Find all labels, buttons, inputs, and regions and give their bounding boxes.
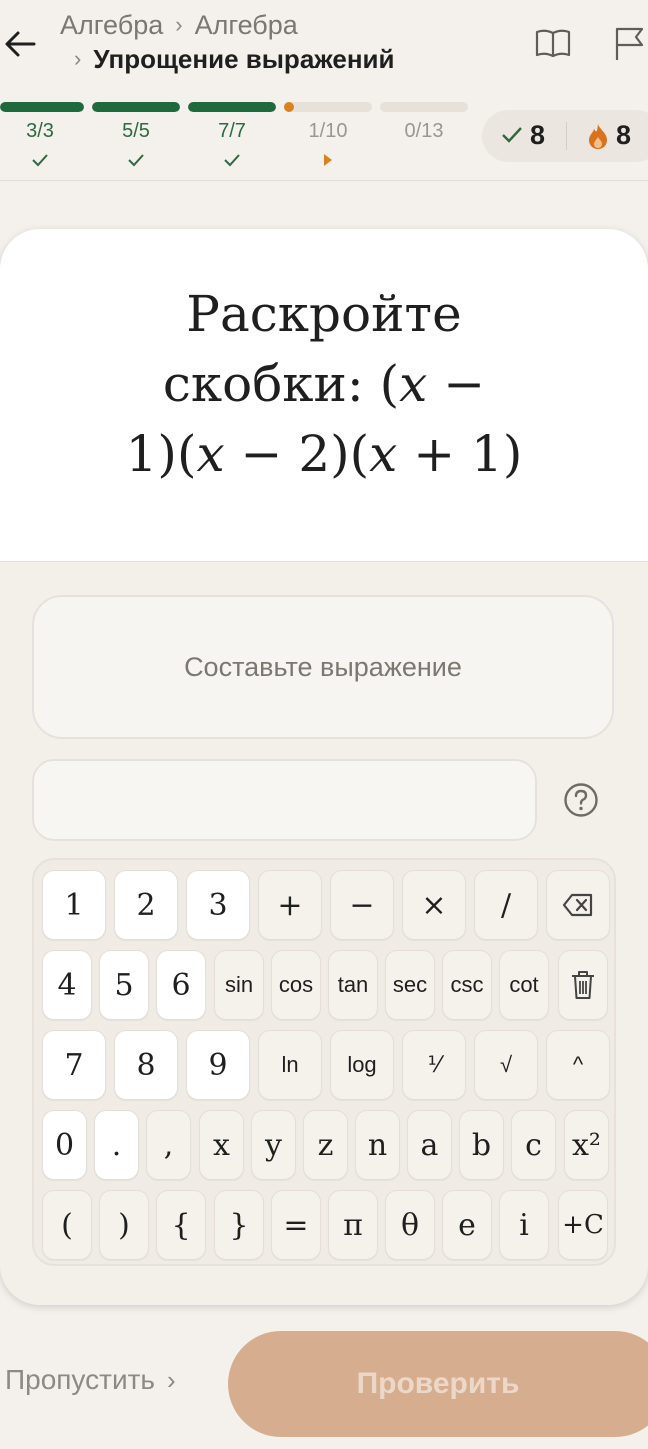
triangle-right-icon bbox=[324, 154, 332, 166]
key-multiply[interactable]: × bbox=[402, 870, 466, 940]
skip-button[interactable]: Пропустить › bbox=[5, 1364, 176, 1396]
progress-label: 7/7 bbox=[218, 120, 246, 142]
breadcrumb-item[interactable]: Алгебра bbox=[195, 8, 298, 42]
progress-label: 3/3 bbox=[26, 120, 54, 142]
flag-icon bbox=[615, 27, 644, 60]
key-cos[interactable]: cos bbox=[271, 950, 321, 1020]
help-button[interactable] bbox=[563, 782, 599, 818]
key-z[interactable]: z bbox=[303, 1110, 348, 1180]
key-pi[interactable]: π bbox=[328, 1190, 378, 1260]
trash-icon bbox=[572, 971, 594, 999]
key-5[interactable]: 5 bbox=[99, 950, 149, 1020]
progress-segment bbox=[92, 102, 180, 112]
key-8[interactable]: 8 bbox=[114, 1030, 178, 1100]
key-close-paren[interactable]: ) bbox=[99, 1190, 149, 1260]
key-x-squared[interactable]: x² bbox=[564, 1110, 609, 1180]
progress-segment bbox=[380, 102, 468, 112]
key-c[interactable]: c bbox=[511, 1110, 556, 1180]
key-csc[interactable]: csc bbox=[442, 950, 492, 1020]
key-log[interactable]: log bbox=[330, 1030, 394, 1100]
key-tan[interactable]: tan bbox=[328, 950, 378, 1020]
progress-segment bbox=[188, 102, 276, 112]
key-power[interactable]: ^ bbox=[546, 1030, 610, 1100]
progress-current-dot bbox=[284, 102, 294, 112]
question-line: Раскройте bbox=[186, 285, 462, 343]
streak-count: 8 bbox=[616, 120, 632, 150]
key-plus-c[interactable]: +C bbox=[558, 1190, 608, 1260]
key-theta[interactable]: θ bbox=[385, 1190, 435, 1260]
key-2[interactable]: 2 bbox=[114, 870, 178, 940]
chevron-right-icon: › bbox=[167, 1364, 176, 1395]
progress-label: 5/5 bbox=[122, 120, 150, 142]
math-keypad: 1 2 3 + − × / 4 5 6 sin cos tan sec csc … bbox=[32, 858, 616, 1266]
key-cot[interactable]: cot bbox=[499, 950, 549, 1020]
exercise-card: Раскройте скобки: (x − 1)(x − 2)(x + 1) … bbox=[0, 229, 648, 1305]
check-icon bbox=[128, 154, 144, 167]
key-4[interactable]: 4 bbox=[42, 950, 92, 1020]
breadcrumb: Алгебра › Алгебра › Упрощение выражений bbox=[60, 8, 395, 76]
key-close-brace[interactable]: } bbox=[214, 1190, 264, 1260]
skip-label: Пропустить bbox=[5, 1364, 155, 1395]
key-divide[interactable]: / bbox=[474, 870, 538, 940]
key-y[interactable]: y bbox=[251, 1110, 296, 1180]
key-x[interactable]: x bbox=[199, 1110, 244, 1180]
compose-expression-area[interactable]: Составьте выражение bbox=[32, 595, 614, 739]
key-plus[interactable]: + bbox=[258, 870, 322, 940]
key-6[interactable]: 6 bbox=[156, 950, 206, 1020]
stats-pill: 8 8 bbox=[482, 110, 648, 162]
book-button[interactable] bbox=[534, 24, 574, 64]
key-sin[interactable]: sin bbox=[214, 950, 264, 1020]
key-i[interactable]: i bbox=[499, 1190, 549, 1260]
page-title: Упрощение выражений bbox=[93, 44, 395, 74]
key-open-brace[interactable]: { bbox=[156, 1190, 206, 1260]
key-clear[interactable] bbox=[558, 950, 608, 1020]
progress-label: 1/10 bbox=[308, 120, 348, 142]
chevron-right-icon: › bbox=[74, 46, 82, 71]
check-icon bbox=[502, 127, 522, 143]
key-7[interactable]: 7 bbox=[42, 1030, 106, 1100]
fire-icon bbox=[589, 124, 607, 149]
key-open-paren[interactable]: ( bbox=[42, 1190, 92, 1260]
backspace-icon bbox=[562, 893, 593, 917]
progress-segment bbox=[284, 102, 372, 112]
key-sec[interactable]: sec bbox=[385, 950, 435, 1020]
key-9[interactable]: 9 bbox=[186, 1030, 250, 1100]
question-mark-icon bbox=[564, 783, 598, 817]
correct-count: 8 bbox=[530, 120, 546, 150]
key-e[interactable]: e bbox=[442, 1190, 492, 1260]
progress-segment bbox=[0, 102, 84, 112]
check-label: Проверить bbox=[356, 1367, 520, 1400]
question-line: скобки: (x − bbox=[162, 355, 486, 413]
breadcrumb-item[interactable]: Алгебра bbox=[60, 8, 163, 42]
key-backspace[interactable] bbox=[546, 870, 610, 940]
check-icon bbox=[224, 154, 240, 167]
question-text: Раскройте скобки: (x − 1)(x − 2)(x + 1) bbox=[0, 279, 648, 489]
progress-label: 0/13 bbox=[404, 120, 444, 142]
key-reciprocal[interactable]: ⅟ bbox=[402, 1030, 466, 1100]
check-icon bbox=[32, 154, 48, 167]
arrow-left-icon bbox=[5, 31, 36, 57]
key-n[interactable]: n bbox=[355, 1110, 400, 1180]
key-dot[interactable]: . bbox=[94, 1110, 139, 1180]
key-1[interactable]: 1 bbox=[42, 870, 106, 940]
compose-placeholder: Составьте выражение bbox=[184, 651, 462, 682]
divider bbox=[566, 122, 567, 150]
chevron-right-icon: › bbox=[175, 12, 183, 37]
check-button[interactable]: Проверить bbox=[228, 1331, 648, 1437]
key-ln[interactable]: ln bbox=[258, 1030, 322, 1100]
key-a[interactable]: a bbox=[407, 1110, 452, 1180]
key-minus[interactable]: − bbox=[330, 870, 394, 940]
key-0[interactable]: 0 bbox=[42, 1110, 87, 1180]
key-b[interactable]: b bbox=[459, 1110, 504, 1180]
key-sqrt[interactable]: √ bbox=[474, 1030, 538, 1100]
key-3[interactable]: 3 bbox=[186, 870, 250, 940]
back-button[interactable] bbox=[0, 22, 40, 66]
question-panel: Раскройте скобки: (x − 1)(x − 2)(x + 1) bbox=[0, 229, 648, 562]
book-icon bbox=[535, 29, 571, 58]
report-button[interactable] bbox=[612, 24, 648, 64]
key-equals[interactable]: = bbox=[271, 1190, 321, 1260]
question-line: 1)(x − 2)(x + 1) bbox=[125, 425, 523, 483]
key-comma[interactable]: , bbox=[146, 1110, 191, 1180]
answer-input[interactable] bbox=[32, 759, 537, 841]
